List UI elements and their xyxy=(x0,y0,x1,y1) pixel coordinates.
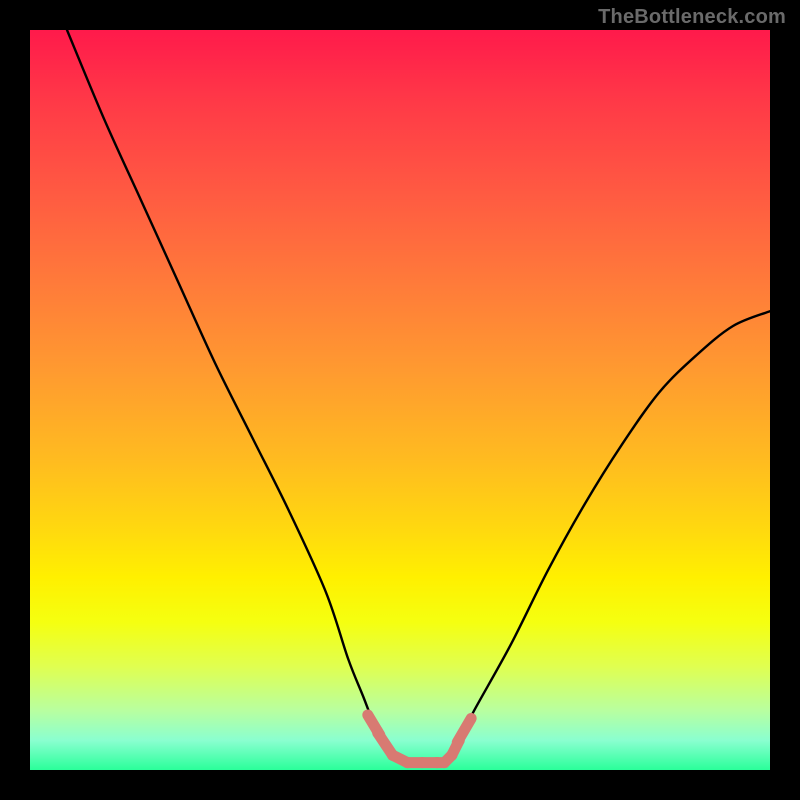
highlight-band xyxy=(368,715,471,768)
highlight-segment xyxy=(378,733,393,755)
highlight-dot xyxy=(432,757,443,768)
highlight-dot xyxy=(402,757,413,768)
highlight-segment xyxy=(444,755,451,762)
watermark-text: TheBottleneck.com xyxy=(598,6,786,29)
plot-area xyxy=(30,30,770,770)
highlight-segment xyxy=(457,718,471,742)
highlight-segment xyxy=(368,715,380,735)
highlight-dot xyxy=(439,757,450,768)
highlight-dot xyxy=(446,750,457,761)
bottleneck-curve xyxy=(67,30,770,763)
highlight-segment xyxy=(452,740,459,755)
highlight-dot xyxy=(417,757,428,768)
highlight-dot xyxy=(372,728,383,739)
highlight-segment xyxy=(393,755,408,762)
curve-svg xyxy=(30,30,770,770)
chart-frame: TheBottleneck.com xyxy=(0,0,800,800)
highlight-dot xyxy=(387,750,398,761)
curve-path-group xyxy=(67,30,770,763)
highlight-dot xyxy=(454,735,465,746)
